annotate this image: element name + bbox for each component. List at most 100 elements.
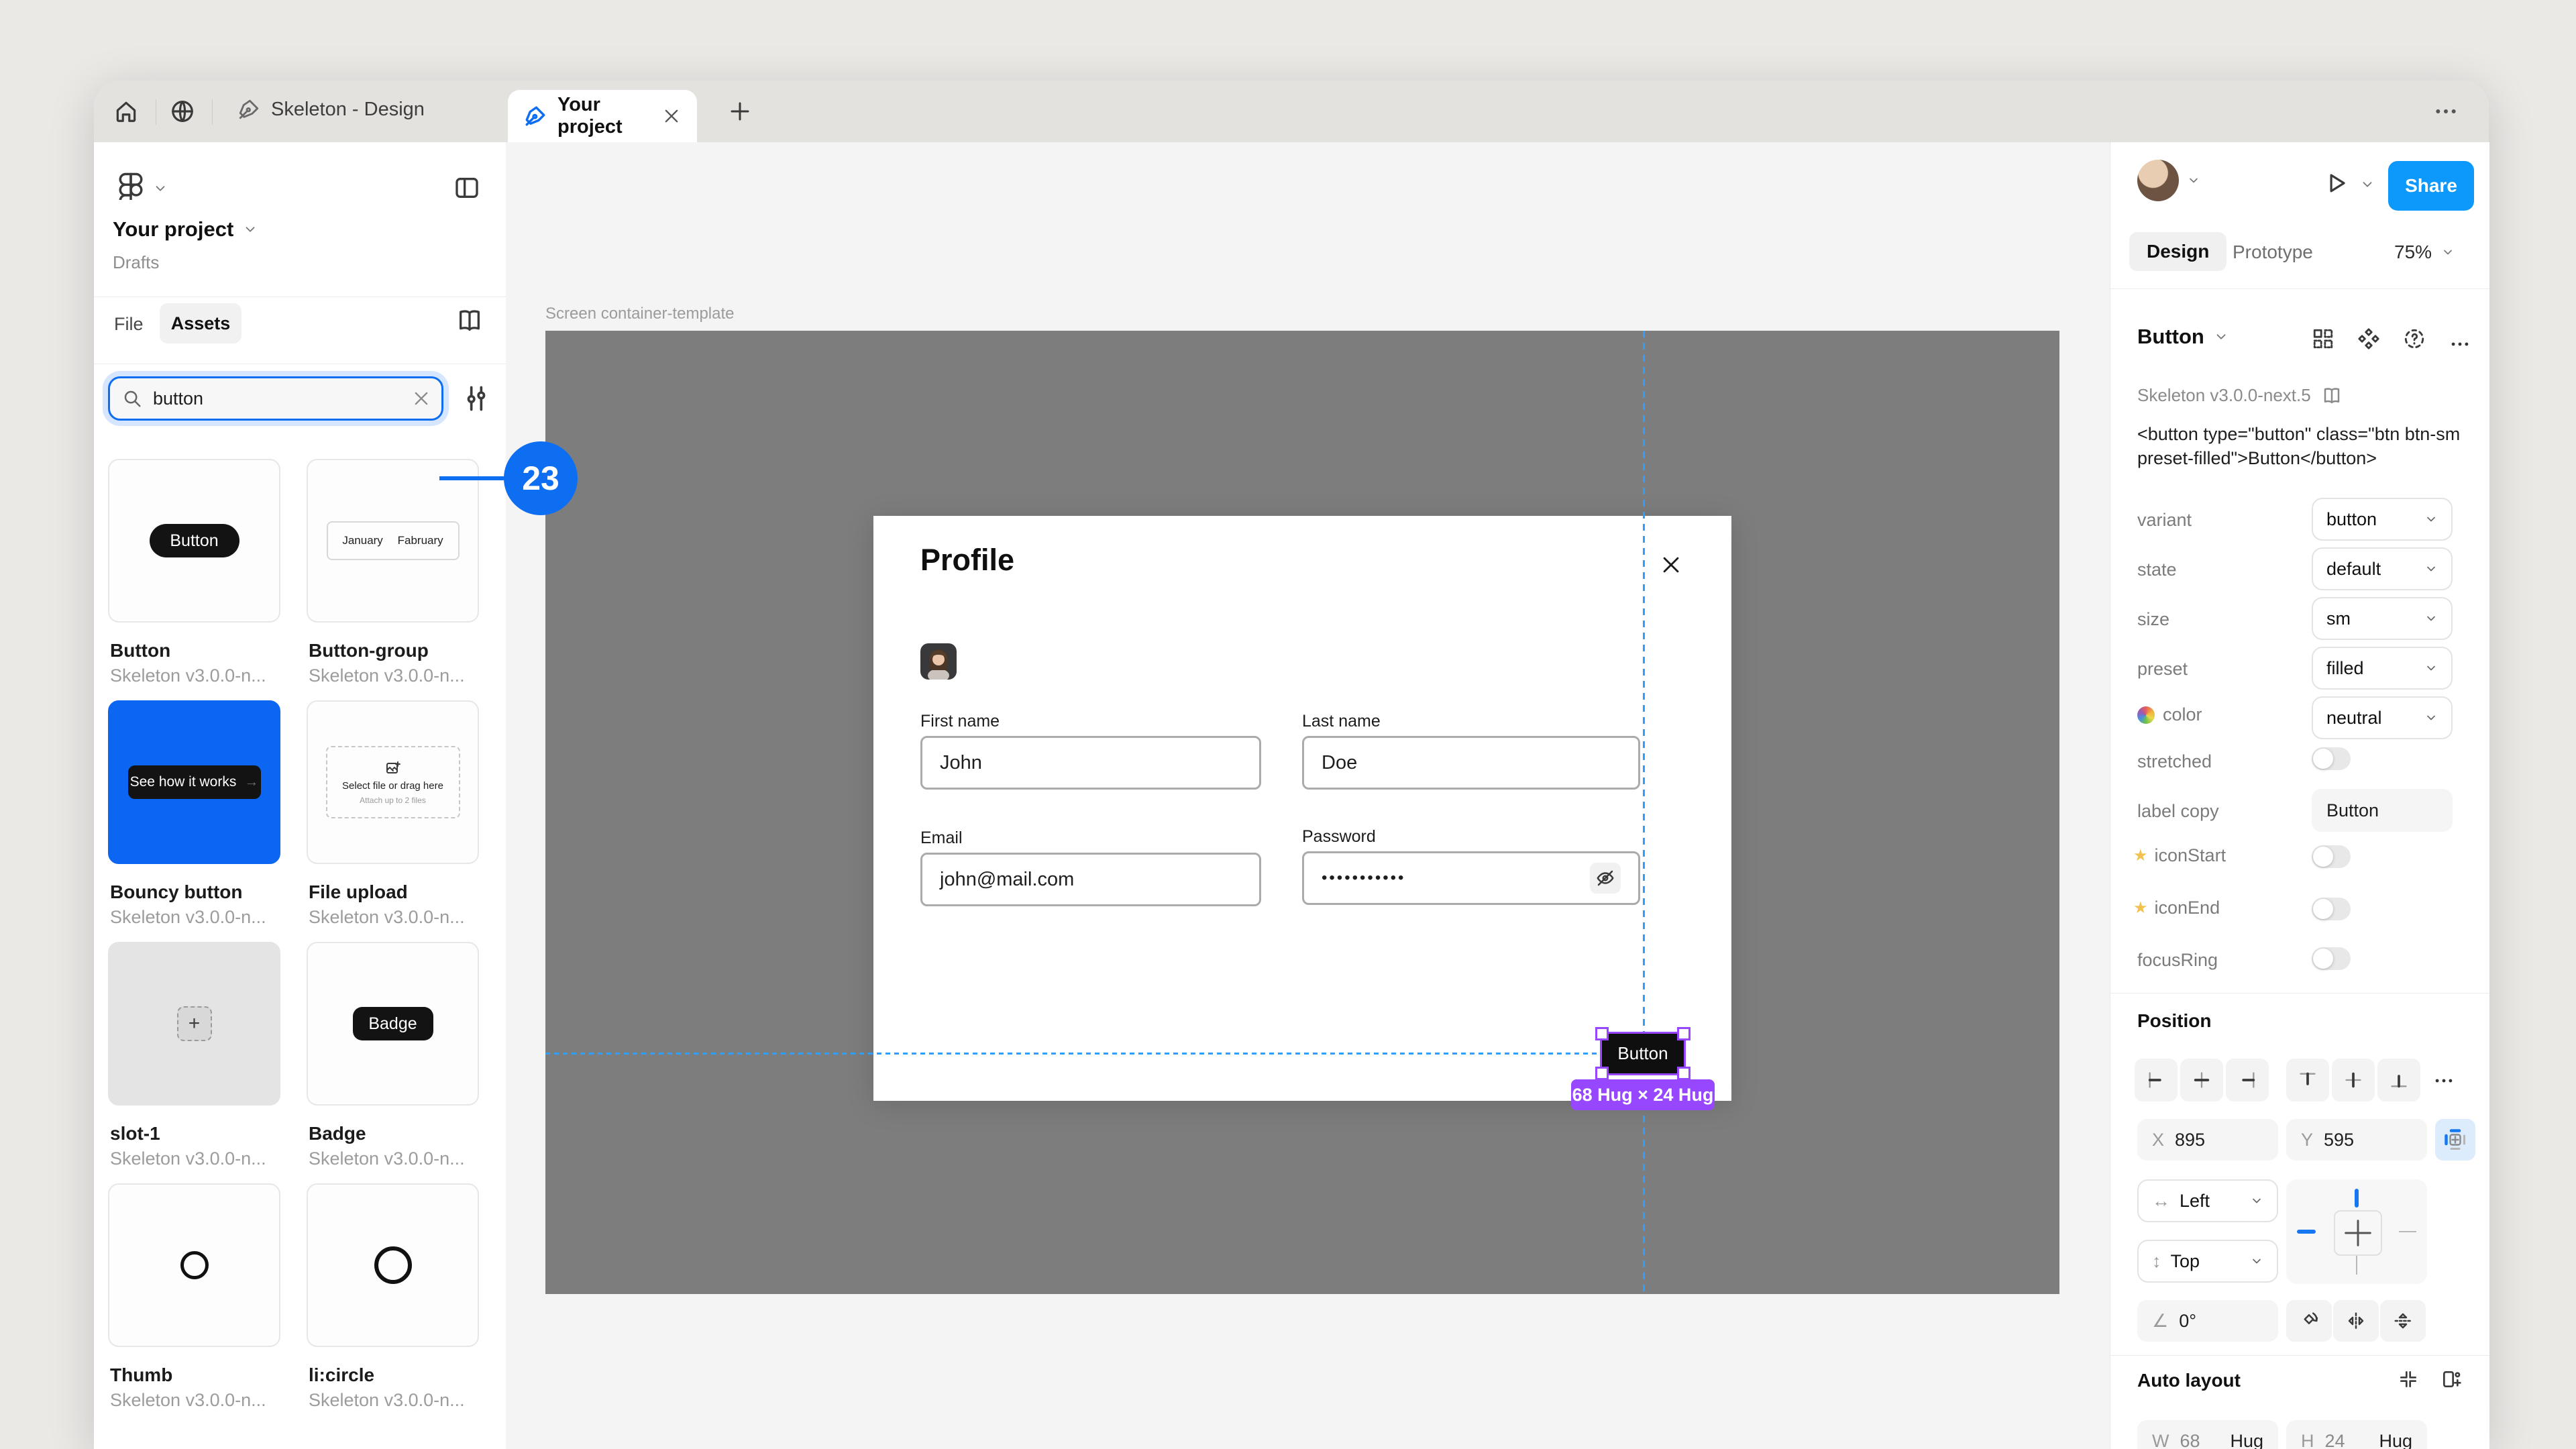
thumb-preview [180, 1251, 209, 1279]
h-mode[interactable]: Hug [2379, 1431, 2412, 1449]
close-tab-icon[interactable] [662, 107, 681, 125]
constraint-right-pin[interactable] [2399, 1231, 2416, 1232]
tab-prototype[interactable]: Prototype [2233, 241, 2313, 263]
canvas[interactable]: Screen container-template Profile First … [506, 142, 2110, 1449]
close-icon[interactable] [1660, 553, 1682, 576]
vertical-guide [1643, 331, 1645, 1294]
tab-design[interactable]: Design [2129, 232, 2227, 271]
swap-instance-icon[interactable] [2403, 327, 2426, 350]
chevron-down-icon [2250, 1194, 2263, 1208]
align-right-button[interactable] [2226, 1059, 2269, 1102]
asset-card-bouncy-button[interactable]: See how it works → [108, 700, 280, 864]
frame-label[interactable]: Screen container-template [545, 305, 734, 323]
asset-card-file-upload[interactable]: Select file or drag here Attach up to 2 … [307, 700, 479, 864]
first-name-input[interactable]: John [920, 736, 1261, 790]
toggle-panel-button[interactable] [453, 174, 480, 201]
iconend-toggle[interactable] [2312, 898, 2351, 920]
chevron-down-icon[interactable] [2360, 177, 2375, 192]
new-tab-button[interactable] [721, 93, 759, 130]
inspector-panel: Share Design Prototype 75% Button Skelet… [2110, 142, 2489, 1449]
present-button[interactable] [2324, 170, 2349, 196]
flip-vertical-button[interactable] [2380, 1300, 2426, 1342]
tab-your-project[interactable]: Your project [508, 90, 697, 142]
asset-card-thumb[interactable] [108, 1183, 280, 1347]
tab-assets[interactable]: Assets [160, 303, 241, 343]
constraint-left-pin[interactable] [2297, 1230, 2316, 1234]
w-mode[interactable]: Hug [2230, 1431, 2263, 1449]
selected-button-element[interactable]: Button [1600, 1032, 1686, 1075]
component-name[interactable]: Button [2137, 325, 2229, 349]
search-input[interactable]: button [108, 376, 443, 421]
align-h-center-button[interactable] [2180, 1059, 2223, 1102]
state-select[interactable]: default [2312, 547, 2453, 590]
align-v-center-button[interactable] [2332, 1059, 2375, 1102]
y-position-input[interactable]: Y 595 [2286, 1119, 2427, 1161]
component-icon[interactable] [2357, 327, 2380, 350]
flip-horizontal-button[interactable] [2333, 1300, 2379, 1342]
selection-handle[interactable] [1677, 1067, 1690, 1080]
asset-card-button-group[interactable]: January Fabruary [307, 459, 479, 623]
asset-card-button[interactable]: Button [108, 459, 280, 623]
color-select[interactable]: neutral [2312, 696, 2453, 739]
chevron-down-icon [2424, 612, 2438, 625]
library-book-icon[interactable] [456, 307, 483, 334]
selection-handle[interactable] [1677, 1027, 1690, 1040]
stretched-toggle[interactable] [2312, 747, 2351, 770]
more-icon[interactable] [2449, 333, 2471, 356]
account-menu[interactable] [2137, 160, 2200, 201]
variant-select[interactable]: button [2312, 498, 2453, 541]
x-position-input[interactable]: X 895 [2137, 1119, 2278, 1161]
asset-card-slot-1[interactable]: + [108, 942, 280, 1106]
preset-select[interactable]: filled [2312, 647, 2453, 690]
window-more-button[interactable] [2427, 93, 2465, 130]
left-sidebar: Your project Drafts File Assets button B… [94, 142, 506, 1449]
last-name-input[interactable]: Doe [1302, 736, 1640, 790]
tab-skeleton-design[interactable]: Skeleton - Design [237, 98, 425, 121]
component-code[interactable]: <button type="button" class="btn btn-sm … [2137, 423, 2481, 470]
selection-handle[interactable] [1595, 1067, 1609, 1080]
align-more-button[interactable] [2432, 1069, 2455, 1092]
filter-icon[interactable] [462, 384, 491, 413]
asset-title: Bouncy button [110, 881, 243, 902]
instance-grid-icon[interactable] [2312, 327, 2334, 350]
selection-handle[interactable] [1595, 1027, 1609, 1040]
add-autolayout-icon[interactable] [2440, 1368, 2462, 1390]
eye-off-icon[interactable] [1590, 863, 1621, 894]
password-input[interactable]: ••••••••••• [1302, 851, 1640, 905]
share-button[interactable]: Share [2388, 161, 2474, 211]
home-button[interactable] [107, 93, 145, 130]
image-plus-icon [385, 760, 401, 776]
height-input[interactable]: H 24 Hug [2286, 1420, 2427, 1449]
h-constraint-select[interactable]: ↔ Left [2137, 1179, 2278, 1222]
field-label: Email [920, 828, 963, 847]
label-copy-input[interactable]: Button [2312, 789, 2453, 832]
asset-card-badge[interactable]: Badge [307, 942, 479, 1106]
iconstart-toggle[interactable] [2312, 845, 2351, 868]
shrink-icon[interactable] [2398, 1368, 2419, 1390]
rotation-input[interactable]: ∠ 0° [2137, 1300, 2278, 1342]
align-left-button[interactable] [2135, 1059, 2178, 1102]
zoom-menu[interactable]: 75% [2394, 241, 2455, 263]
constraints-button[interactable] [2435, 1119, 2475, 1161]
library-row[interactable]: Skeleton v3.0.0-next.5 [2137, 385, 2342, 406]
align-bottom-button[interactable] [2377, 1059, 2420, 1102]
community-button[interactable] [164, 93, 201, 130]
asset-title: li:circle [309, 1364, 375, 1385]
clear-search-icon[interactable] [412, 389, 431, 408]
align-top-button[interactable] [2286, 1059, 2329, 1102]
tab-file[interactable]: File [114, 314, 144, 335]
rotate-button[interactable] [2286, 1300, 2332, 1342]
constraint-bottom-pin[interactable] [2356, 1256, 2357, 1275]
width-input[interactable]: W 68 Hug [2137, 1420, 2278, 1449]
constraint-top-pin[interactable] [2355, 1189, 2359, 1208]
v-constraint-select[interactable]: ↕ Top [2137, 1240, 2278, 1283]
main-menu-button[interactable] [117, 172, 145, 200]
project-title[interactable]: Your project [113, 217, 258, 241]
focusring-toggle[interactable] [2312, 947, 2351, 970]
constraint-widget[interactable] [2286, 1179, 2427, 1284]
size-select[interactable]: sm [2312, 597, 2453, 640]
asset-card-li-circle[interactable] [307, 1183, 479, 1347]
field-label: Password [1302, 827, 1376, 846]
email-input[interactable]: john@mail.com [920, 853, 1261, 906]
avatar[interactable] [920, 643, 957, 680]
